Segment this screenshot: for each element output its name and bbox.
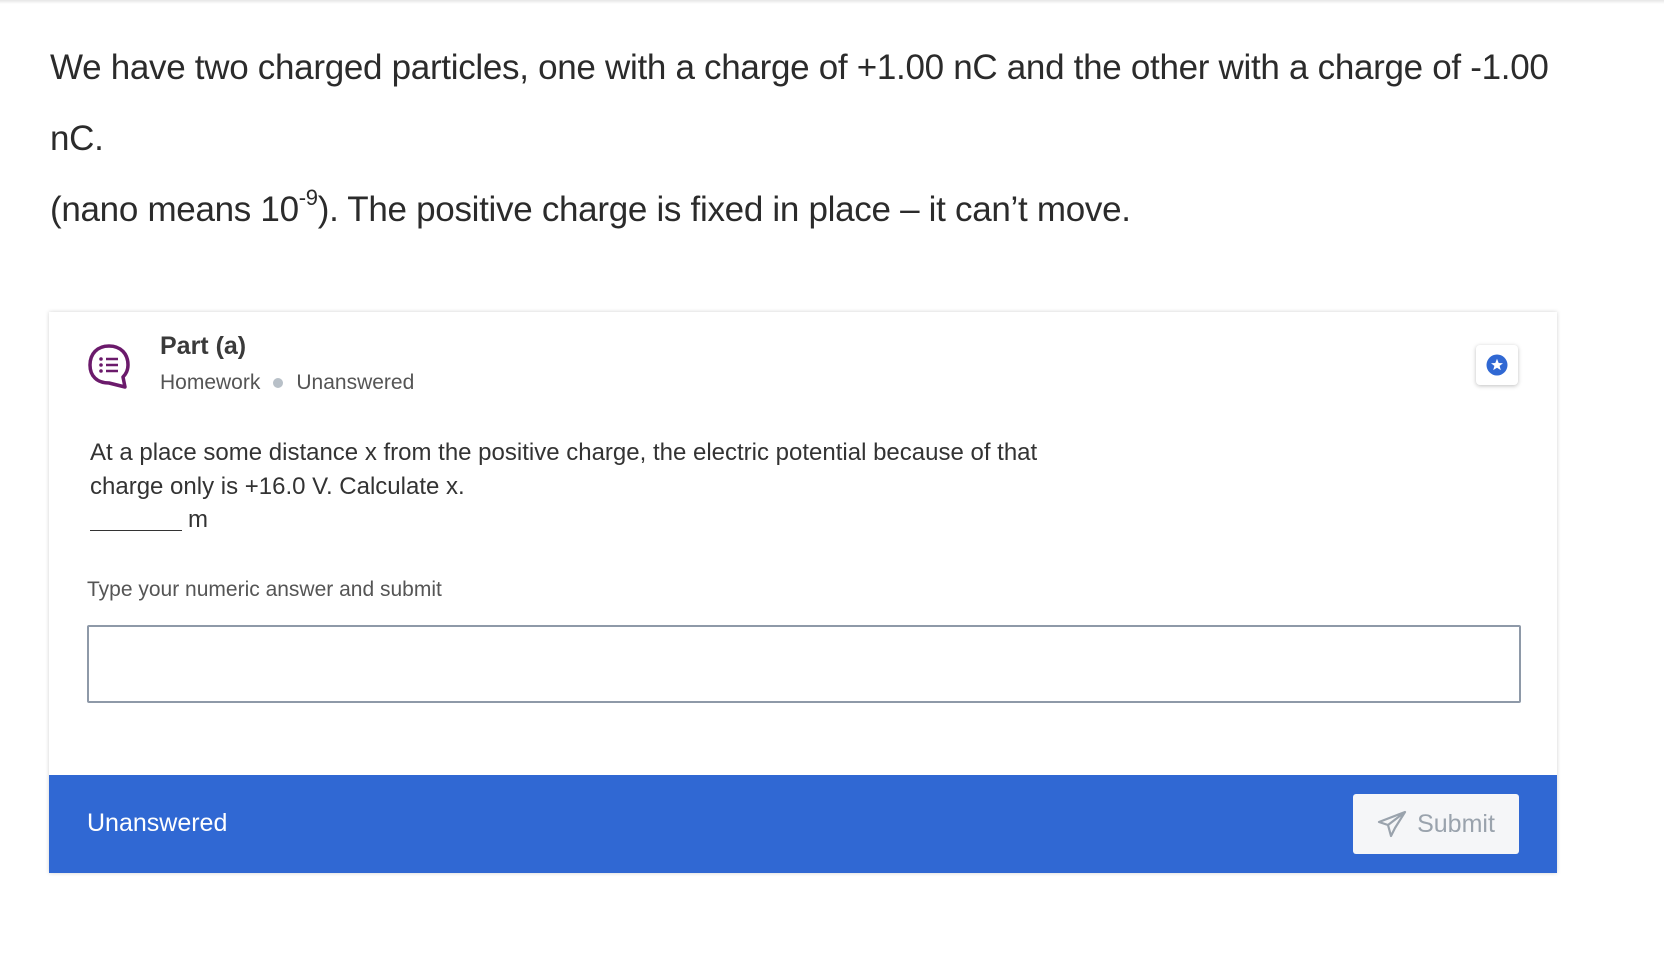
part-meta: Homework Unanswered xyxy=(160,371,414,395)
answer-blank: m xyxy=(90,506,208,534)
intro-line-2-end: ). The positive charge is fixed in place… xyxy=(317,190,1131,229)
submit-label: Submit xyxy=(1417,809,1495,838)
assignment-type: Homework xyxy=(160,371,261,394)
question-card: Part (a) Homework Unanswered At a place … xyxy=(49,312,1557,873)
question-list-icon xyxy=(87,343,131,389)
intro-line-1: We have two charged particles, one with … xyxy=(50,48,1549,158)
answer-prompt: Type your numeric answer and submit xyxy=(87,578,442,601)
answer-unit: m xyxy=(188,506,208,533)
star-icon xyxy=(1486,354,1508,376)
blank-line xyxy=(90,530,182,531)
exponent: -9 xyxy=(298,185,318,211)
bookmark-button[interactable] xyxy=(1476,345,1518,385)
question-text: At a place some distance x from the posi… xyxy=(90,436,1100,504)
intro-line-2: (nano means 10-9). The positive charge i… xyxy=(50,174,1610,245)
submit-button[interactable]: Submit xyxy=(1353,794,1519,854)
card-footer: Unanswered Submit xyxy=(49,775,1557,873)
footer-status: Unanswered xyxy=(87,809,228,837)
separator-dot xyxy=(273,378,284,388)
top-divider xyxy=(0,0,1664,4)
problem-intro: We have two charged particles, one with … xyxy=(50,32,1610,245)
part-title: Part (a) xyxy=(160,332,247,360)
paper-plane-icon xyxy=(1377,810,1407,838)
question-line-2: charge only is +16.0 V. Calculate x. xyxy=(90,473,465,500)
part-status: Unanswered xyxy=(296,371,415,394)
intro-line-2-start: (nano means 10 xyxy=(50,190,299,229)
question-line-1: At a place some distance x from the posi… xyxy=(90,439,1038,466)
numeric-answer-input[interactable] xyxy=(87,625,1521,703)
